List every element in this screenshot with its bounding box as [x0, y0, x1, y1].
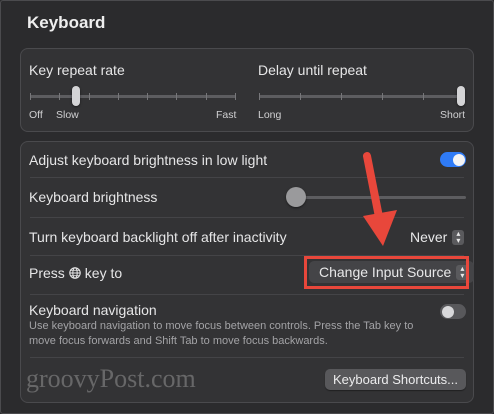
watermark: groovyPost.com: [26, 364, 196, 393]
delay-repeat-tick: [423, 93, 424, 100]
adjust-brightness-toggle[interactable]: [440, 152, 466, 167]
row-divider: [30, 294, 464, 295]
adjust-brightness-label: Adjust keyboard brightness in low light: [29, 152, 268, 168]
delay-repeat-tick: [341, 93, 342, 100]
toggle-knob: [441, 305, 454, 318]
delay-repeat-tick: [300, 93, 301, 100]
annotation-arrow-icon: [363, 152, 397, 246]
press-key-label-before: Press: [29, 265, 65, 281]
keyboard-shortcuts-button[interactable]: Keyboard Shortcuts...: [324, 369, 466, 390]
backlight-off-popup[interactable]: Never ▴ ▾: [410, 229, 465, 245]
key-repeat-fast-label: Fast: [216, 109, 237, 121]
updown-chevron-icon: ▴ ▾: [452, 229, 465, 245]
delay-repeat-track[interactable]: [259, 95, 465, 98]
brightness-slider-knob[interactable]: [286, 187, 306, 207]
key-repeat-tick: [147, 93, 148, 100]
key-repeat-tick: [235, 93, 236, 100]
delay-repeat-slider-knob[interactable]: [457, 86, 465, 106]
brightness-label: Keyboard brightness: [29, 189, 158, 205]
delay-repeat-short-label: Short: [440, 109, 466, 121]
key-repeat-tick: [118, 93, 119, 100]
key-repeat-tick: [206, 93, 207, 100]
key-repeat-off-label: Off: [29, 109, 43, 121]
key-repeat-tick: [59, 93, 60, 100]
press-key-label: Press key to: [29, 265, 122, 281]
key-repeat-tick: [176, 93, 177, 100]
delay-repeat-long-label: Long: [258, 109, 282, 121]
key-repeat-slow-label: Slow: [56, 109, 79, 121]
key-repeat-tick: [89, 93, 90, 100]
key-repeat-label: Key repeat rate: [29, 62, 125, 78]
keyboard-navigation-label: Keyboard navigation: [29, 302, 157, 318]
row-divider: [30, 357, 464, 358]
delay-repeat-tick: [382, 93, 383, 100]
page-title: Keyboard: [27, 13, 106, 32]
key-repeat-tick: [30, 93, 31, 100]
delay-repeat-label: Delay until repeat: [258, 62, 367, 78]
press-key-label-after: key to: [84, 265, 123, 281]
backlight-off-value: Never: [410, 229, 448, 245]
delay-repeat-tick: [259, 93, 260, 100]
highlight-box: [304, 256, 469, 289]
keyboard-navigation-description: Use keyboard navigation to move focus be…: [29, 320, 414, 347]
globe-icon: [69, 266, 81, 279]
key-repeat-slider-knob[interactable]: [71, 86, 80, 106]
backlight-off-label: Turn keyboard backlight off after inacti…: [29, 229, 287, 245]
toggle-knob: [452, 153, 465, 166]
keyboard-navigation-toggle[interactable]: [440, 304, 466, 319]
repeat-settings-panel: [20, 48, 474, 132]
